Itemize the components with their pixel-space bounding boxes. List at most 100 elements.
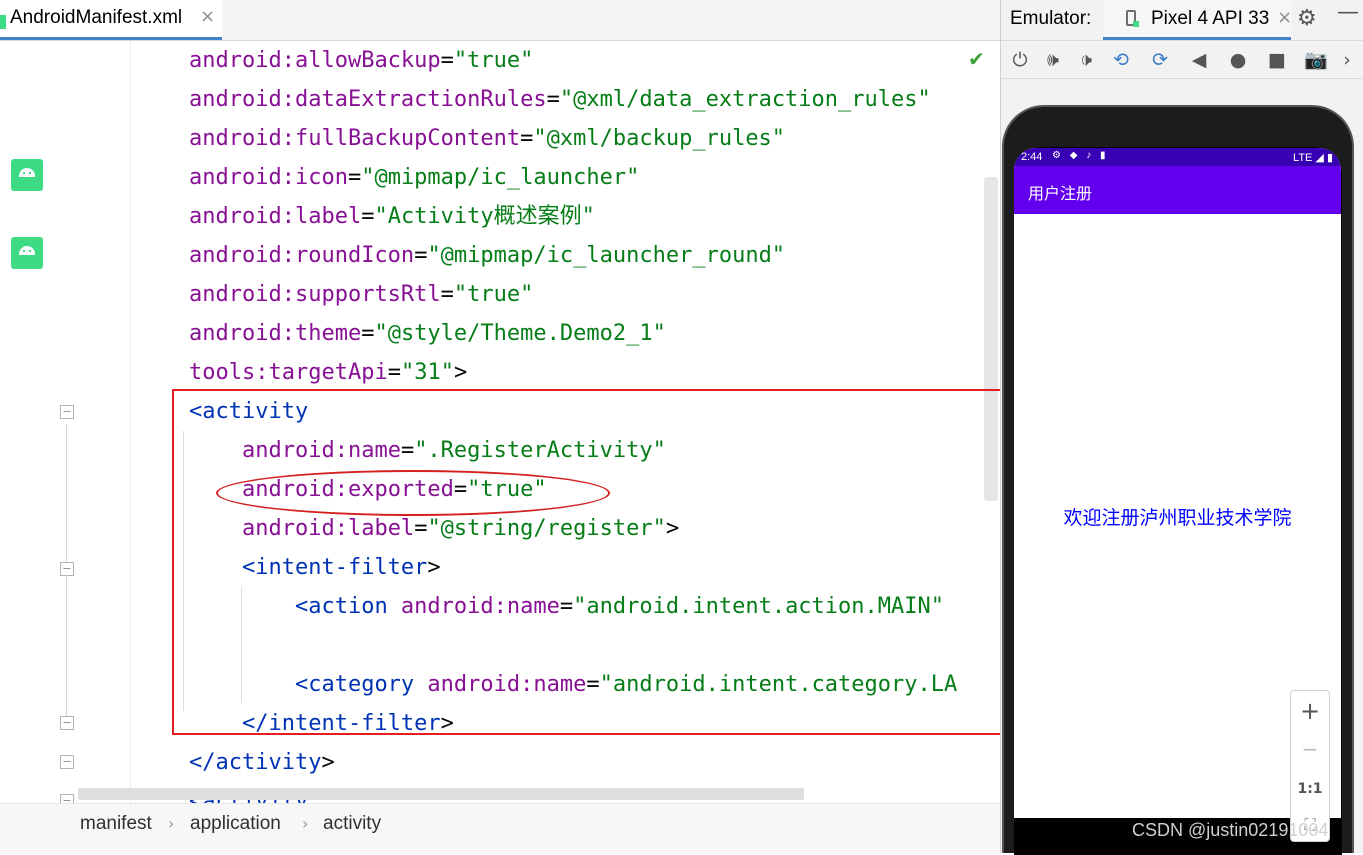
code-line[interactable]: android:allowBackup="true"	[189, 41, 957, 80]
device-tab-label: Pixel 4 API 33	[1151, 8, 1270, 29]
code-attr-name: targetApi	[268, 360, 388, 385]
code-attr-prefix: tools:	[189, 360, 269, 385]
code-line[interactable]: tools:targetApi="31">	[189, 353, 957, 392]
welcome-text: 欢迎注册泸州职业技术学院	[1063, 507, 1292, 529]
code-line[interactable]: android:dataExtractionRules="@xml/data_e…	[189, 80, 957, 119]
code-attr-prefix: android:	[189, 243, 295, 268]
status-icons: ⚙ ◆ ♪ ▮	[1052, 150, 1109, 161]
code-attr-value: "@style/Theme.Demo2_1"	[374, 321, 666, 346]
code-attr-value: "@xml/backup_rules"	[533, 126, 786, 151]
more-icon[interactable]: ›	[1333, 46, 1361, 74]
code-tag-close: >	[321, 750, 335, 775]
close-icon[interactable]: ×	[1277, 7, 1292, 28]
fold-toggle-icon[interactable]: −	[60, 716, 74, 730]
emulator-header: Emulator: Pixel 4 API 33 × ⚙ —	[1001, 0, 1363, 41]
code-attr-prefix: android:	[189, 48, 295, 73]
editor-gutter: − − − − −	[0, 41, 131, 803]
code-line[interactable]: android:supportsRtl="true"	[189, 275, 957, 314]
code-attr-value: "31"	[400, 360, 454, 385]
code-attr-name: allowBackup	[294, 48, 441, 73]
code-equals: =	[361, 204, 375, 229]
fold-toggle-icon[interactable]: −	[60, 794, 74, 803]
code-attr-name: icon	[294, 165, 348, 190]
android-icon[interactable]	[11, 159, 43, 191]
code-attr-prefix: android:	[189, 165, 295, 190]
highlight-ellipse	[216, 470, 610, 516]
breadcrumb: manifest › application › activity	[0, 803, 1000, 854]
check-icon: ✔	[968, 47, 985, 71]
code-line[interactable]: android:fullBackupContent="@xml/backup_r…	[189, 119, 957, 158]
code-attr-value: "@mipmap/ic_launcher_round"	[427, 243, 786, 268]
code-line[interactable]: android:icon="@mipmap/ic_launcher"	[189, 158, 957, 197]
highlight-box	[172, 389, 1002, 735]
watermark: CSDN @justin02191004	[1132, 820, 1329, 840]
emulator-toolbar: ⏻ 🕪 🕩 ⟲ ⟳ ◀ ● ■ 📷 ›	[1001, 42, 1363, 79]
back-icon[interactable]: ◀	[1185, 46, 1213, 74]
breadcrumb-item-manifest[interactable]: manifest	[80, 813, 152, 835]
emulator-title: Emulator:	[1010, 8, 1092, 29]
breadcrumb-item-activity[interactable]: activity	[323, 813, 381, 835]
rotate-right-icon[interactable]: ⟳	[1146, 46, 1174, 74]
code-attr-prefix: android:	[189, 321, 295, 346]
code-attr-name: label	[294, 204, 362, 229]
app-bar: 用户注册	[1014, 166, 1341, 214]
code-equals: =	[546, 87, 560, 112]
manifest-file-icon	[0, 15, 6, 29]
code-equals: =	[440, 282, 454, 307]
zoom-out-button[interactable]: −	[1291, 737, 1329, 761]
code-equals: =	[414, 243, 428, 268]
app-title: 用户注册	[1028, 184, 1093, 203]
code-attr-prefix: android:	[189, 87, 295, 112]
close-icon[interactable]: ×	[200, 6, 215, 27]
code-tail: >	[453, 360, 468, 385]
chevron-right-icon: ›	[168, 814, 175, 833]
code-line[interactable]: </activity>	[189, 743, 957, 782]
code-attr-value: "Activity概述案例"	[374, 204, 595, 229]
code-line[interactable]: android:roundIcon="@mipmap/ic_launcher_r…	[189, 236, 957, 275]
zoom-ratio-button[interactable]: 1:1	[1291, 781, 1329, 797]
minimize-icon[interactable]: —	[1337, 0, 1359, 25]
chevron-right-icon: ›	[302, 814, 309, 833]
rotate-left-icon[interactable]: ⟲	[1107, 46, 1135, 74]
volume-down-icon[interactable]: 🕩	[1072, 46, 1100, 74]
code-attr-name: supportsRtl	[294, 282, 441, 307]
status-network: LTE ◢ ▮	[1293, 152, 1333, 164]
fold-toggle-icon[interactable]: −	[60, 755, 74, 769]
gear-icon[interactable]: ⚙	[1297, 6, 1317, 31]
screenshot-icon[interactable]: 📷	[1302, 46, 1330, 74]
code-attr-value: "true"	[453, 48, 534, 73]
code-attr-prefix: android:	[189, 126, 295, 151]
code-line[interactable]: android:label="Activity概述案例"	[189, 197, 957, 236]
device-icon	[1126, 10, 1139, 27]
code-attr-value: "true"	[453, 282, 534, 307]
editor-tab-bar: AndroidManifest.xml ×	[0, 0, 1000, 41]
fold-toggle-icon[interactable]: −	[60, 405, 74, 419]
code-attr-name: fullBackupContent	[294, 126, 521, 151]
breadcrumb-item-application[interactable]: application	[190, 813, 281, 835]
code-attr-name: theme	[294, 321, 362, 346]
code-equals: =	[440, 48, 454, 73]
horizontal-scrollbar[interactable]	[78, 788, 804, 800]
code-equals: =	[361, 321, 375, 346]
code-attr-prefix: android:	[189, 204, 295, 229]
tab-android-manifest[interactable]: AndroidManifest.xml ×	[0, 0, 222, 40]
volume-up-icon[interactable]: 🕪	[1039, 46, 1067, 74]
home-icon[interactable]: ●	[1224, 46, 1252, 74]
status-bar: 2:44 ⚙ ◆ ♪ ▮ LTE ◢ ▮	[1014, 148, 1341, 166]
code-attr-name: roundIcon	[294, 243, 415, 268]
code-equals: =	[387, 360, 401, 385]
power-icon[interactable]: ⏻	[1006, 46, 1034, 74]
zoom-in-button[interactable]: +	[1291, 697, 1329, 725]
tab-pixel-4-api-33[interactable]: Pixel 4 API 33 ×	[1103, 0, 1292, 40]
code-line[interactable]: android:theme="@style/Theme.Demo2_1"	[189, 314, 957, 353]
code-tag: </activity	[189, 750, 322, 775]
code-attr-name: dataExtractionRules	[294, 87, 547, 112]
status-time: 2:44	[1021, 151, 1043, 163]
code-equals: =	[520, 126, 534, 151]
code-attr-prefix: android:	[189, 282, 295, 307]
code-attr-value: "@mipmap/ic_launcher"	[361, 165, 640, 190]
fold-toggle-icon[interactable]: −	[60, 562, 74, 576]
code-attr-value: "@xml/data_extraction_rules"	[559, 87, 931, 112]
android-icon[interactable]	[11, 237, 43, 269]
overview-icon[interactable]: ■	[1263, 46, 1291, 74]
